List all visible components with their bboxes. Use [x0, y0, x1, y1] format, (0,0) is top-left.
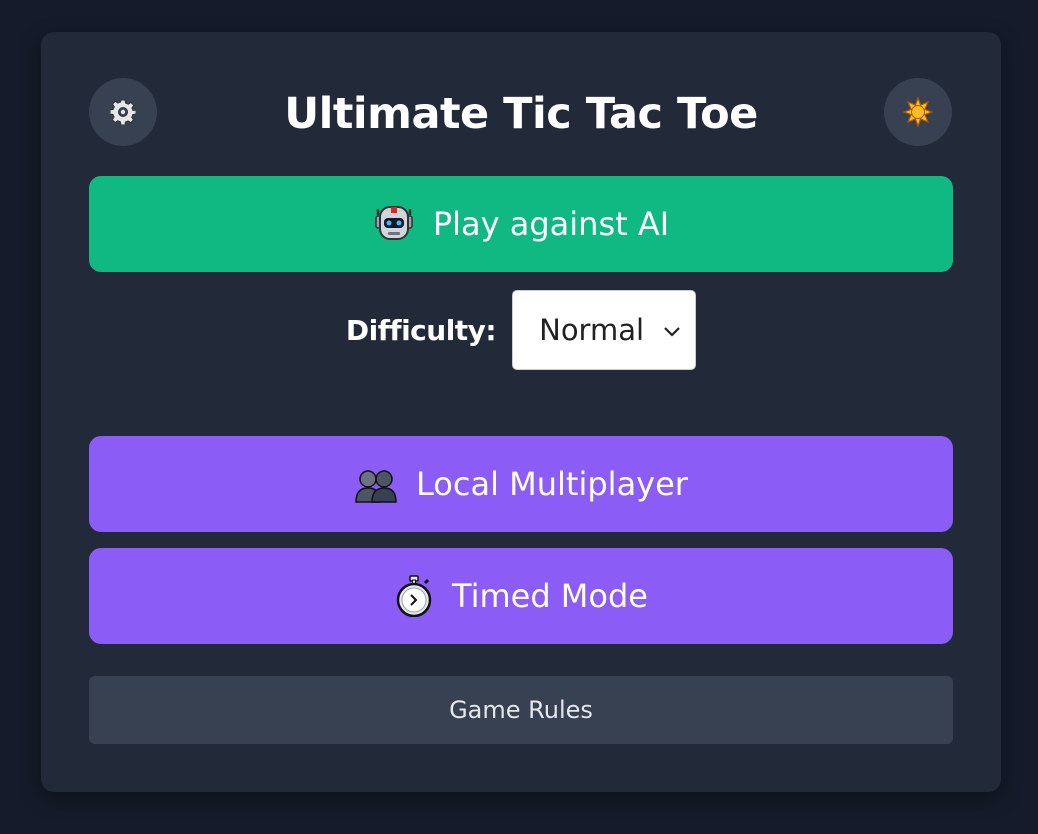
- local-multiplayer-label: Local Multiplayer: [416, 465, 688, 503]
- difficulty-select[interactable]: Normal: [512, 290, 697, 370]
- theme-toggle-button[interactable]: [884, 78, 952, 146]
- game-rules-button[interactable]: Game Rules: [89, 676, 953, 744]
- timed-mode-label: Timed Mode: [452, 577, 648, 615]
- sun-icon: [903, 97, 933, 127]
- difficulty-row: Difficulty: Normal: [41, 288, 1001, 372]
- chevron-down-icon: [663, 323, 681, 342]
- local-multiplayer-button[interactable]: Local Multiplayer: [89, 436, 953, 532]
- play-ai-button[interactable]: Play against AI: [89, 176, 953, 272]
- timed-mode-button[interactable]: Timed Mode: [89, 548, 953, 644]
- stopwatch-icon: [394, 575, 434, 617]
- difficulty-label: Difficulty:: [345, 313, 497, 347]
- two-people-icon: [354, 464, 398, 504]
- page-title: Ultimate Tic Tac Toe: [284, 89, 758, 139]
- difficulty-selected-value: Normal: [539, 313, 645, 347]
- robot-icon: [373, 203, 415, 245]
- main-menu-card: Ultimate Tic Tac Toe Play against AI Dif…: [41, 32, 1001, 792]
- play-ai-label: Play against AI: [432, 205, 670, 243]
- game-rules-label: Game Rules: [449, 696, 593, 724]
